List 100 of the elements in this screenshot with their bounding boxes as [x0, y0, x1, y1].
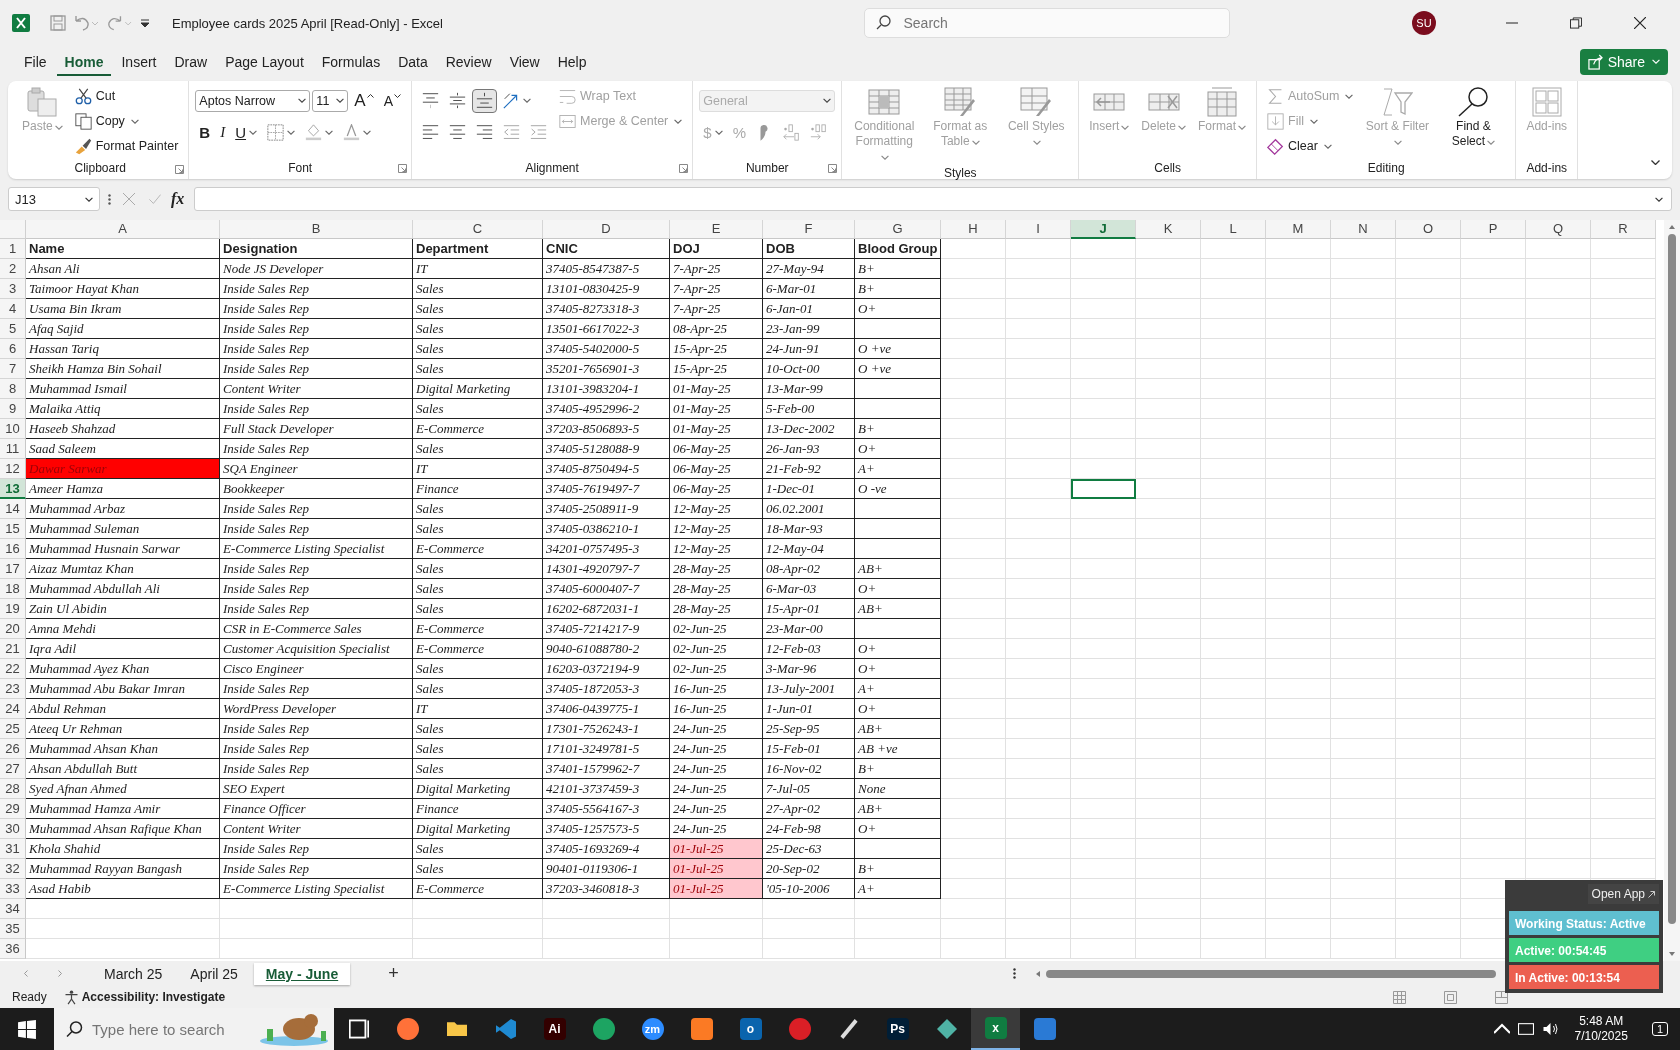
taskbar-app-button[interactable]: Ai — [530, 1008, 579, 1050]
scroll-down-icon[interactable] — [1669, 951, 1675, 956]
row-number[interactable]: 13 — [0, 478, 26, 499]
row-number[interactable]: 34 — [0, 898, 26, 919]
row-number[interactable]: 28 — [0, 778, 26, 799]
cancel-icon[interactable] — [123, 193, 135, 206]
network-icon[interactable] — [1518, 1023, 1535, 1035]
column-header[interactable]: J — [1071, 219, 1136, 239]
row-number[interactable]: 26 — [0, 738, 26, 759]
notification-badge[interactable]: 1 — [1651, 1022, 1668, 1036]
scrollbar-thumb[interactable] — [1046, 969, 1496, 978]
expand-icon[interactable] — [1655, 196, 1663, 202]
row-number[interactable]: 29 — [0, 798, 26, 819]
ribbon-tab[interactable]: Insert — [113, 47, 165, 76]
row-number[interactable]: 3 — [0, 278, 26, 299]
row-number[interactable]: 30 — [0, 818, 26, 839]
clock-time[interactable]: 5:48 AM — [1579, 1014, 1624, 1029]
row-number[interactable]: 16 — [0, 538, 26, 559]
accessibility-status[interactable]: Accessibility: Investigate — [64, 989, 226, 1005]
more-icon[interactable] — [1013, 968, 1016, 980]
row-number[interactable]: 6 — [0, 338, 26, 359]
row-number[interactable]: 5 — [0, 318, 26, 339]
row-number[interactable]: 19 — [0, 598, 26, 619]
dialog-launcher-icon[interactable] — [398, 164, 408, 173]
row-number[interactable]: 35 — [0, 918, 26, 939]
row-number[interactable]: 36 — [0, 938, 26, 959]
restore-icon[interactable] — [1570, 17, 1582, 30]
italic-button[interactable]: I — [216, 121, 230, 145]
ribbon-tab[interactable]: Formulas — [313, 47, 389, 76]
row-number[interactable]: 14 — [0, 498, 26, 519]
formula-field[interactable] — [194, 187, 1672, 212]
column-header[interactable]: K — [1136, 219, 1201, 239]
row-number[interactable]: 24 — [0, 698, 26, 719]
row-number[interactable]: 4 — [0, 298, 26, 319]
page-layout-icon[interactable] — [1444, 990, 1457, 1004]
share-button[interactable]: Share — [1579, 48, 1668, 75]
next-sheet-icon[interactable] — [58, 970, 62, 978]
clock-date[interactable]: 7/10/2025 — [1574, 1029, 1628, 1044]
column-header[interactable]: C — [413, 219, 543, 239]
column-header[interactable]: M — [1266, 219, 1331, 239]
row-number[interactable]: 20 — [0, 618, 26, 639]
normal-view-icon[interactable] — [1393, 990, 1406, 1004]
save-icon[interactable] — [50, 15, 66, 32]
underline-button[interactable]: U — [231, 121, 262, 145]
ribbon-button[interactable]: Find & Select — [1437, 85, 1510, 151]
chevron-up-icon[interactable] — [1494, 1023, 1511, 1035]
dropdown-field[interactable]: Aptos Narrow — [195, 90, 311, 112]
column-header[interactable]: I — [1006, 219, 1071, 239]
row-number[interactable]: 9 — [0, 398, 26, 419]
row-number[interactable]: 22 — [0, 658, 26, 679]
row-number[interactable]: 33 — [0, 878, 26, 899]
ribbon-button[interactable]: Clear — [1263, 135, 1358, 158]
row-number[interactable]: 8 — [0, 378, 26, 399]
row-number[interactable]: 23 — [0, 678, 26, 699]
align-button[interactable] — [472, 89, 498, 113]
scroll-left-icon[interactable] — [1036, 970, 1040, 977]
add-sheet-button[interactable]: + — [382, 962, 405, 986]
dialog-launcher-icon[interactable] — [679, 164, 689, 173]
more-icon[interactable] — [108, 193, 111, 205]
sheet-tab[interactable]: May - June — [253, 962, 351, 985]
ribbon-button[interactable]: Cut — [70, 85, 183, 108]
column-header[interactable]: D — [543, 219, 670, 239]
close-icon[interactable] — [1634, 17, 1646, 30]
column-header[interactable]: E — [670, 219, 763, 239]
row-number[interactable]: 7 — [0, 358, 26, 379]
column-header[interactable]: Q — [1526, 219, 1591, 239]
ribbon-tab[interactable]: Page Layout — [217, 47, 312, 76]
scroll-up-icon[interactable] — [1669, 224, 1675, 229]
row-number[interactable]: 15 — [0, 518, 26, 539]
speaker-icon[interactable] — [1542, 1023, 1559, 1035]
bold-button[interactable]: B — [195, 121, 215, 145]
page-break-icon[interactable] — [1495, 990, 1508, 1004]
search-field[interactable]: Search — [864, 8, 1231, 39]
user-avatar[interactable]: SU — [1412, 11, 1436, 36]
ribbon-tab[interactable]: File — [16, 47, 55, 76]
taskbar-app-button[interactable]: Ps — [873, 1008, 922, 1050]
function-button[interactable]: fx — [171, 190, 185, 209]
taskbar-app-button[interactable]: x — [971, 1008, 1020, 1050]
row-number[interactable]: 31 — [0, 838, 26, 859]
ribbon-tab[interactable]: View — [501, 47, 548, 76]
column-header[interactable]: F — [763, 219, 855, 239]
taskbar-app-button[interactable]: o — [726, 1008, 775, 1050]
ribbon-tab[interactable]: Review — [437, 47, 500, 76]
row-number[interactable]: 10 — [0, 418, 26, 439]
column-header[interactable]: P — [1461, 219, 1526, 239]
column-header[interactable]: A — [26, 219, 220, 239]
row-number[interactable]: 12 — [0, 458, 26, 479]
decrease-font-size-button[interactable]: A — [379, 89, 406, 113]
increase-font-size-button[interactable]: A — [350, 89, 378, 113]
column-header[interactable]: N — [1331, 219, 1396, 239]
collapse-icon[interactable] — [1651, 160, 1660, 165]
ribbon-tab[interactable]: Data — [390, 47, 436, 76]
column-header[interactable]: B — [220, 219, 413, 239]
sheet-tab[interactable]: March 25 — [92, 962, 175, 985]
open-app-button[interactable]: Open App — [1587, 884, 1659, 904]
row-number[interactable]: 27 — [0, 758, 26, 779]
column-header[interactable]: R — [1591, 219, 1656, 239]
check-icon[interactable] — [149, 193, 161, 206]
column-header[interactable]: G — [855, 219, 941, 239]
row-number[interactable]: 32 — [0, 858, 26, 879]
